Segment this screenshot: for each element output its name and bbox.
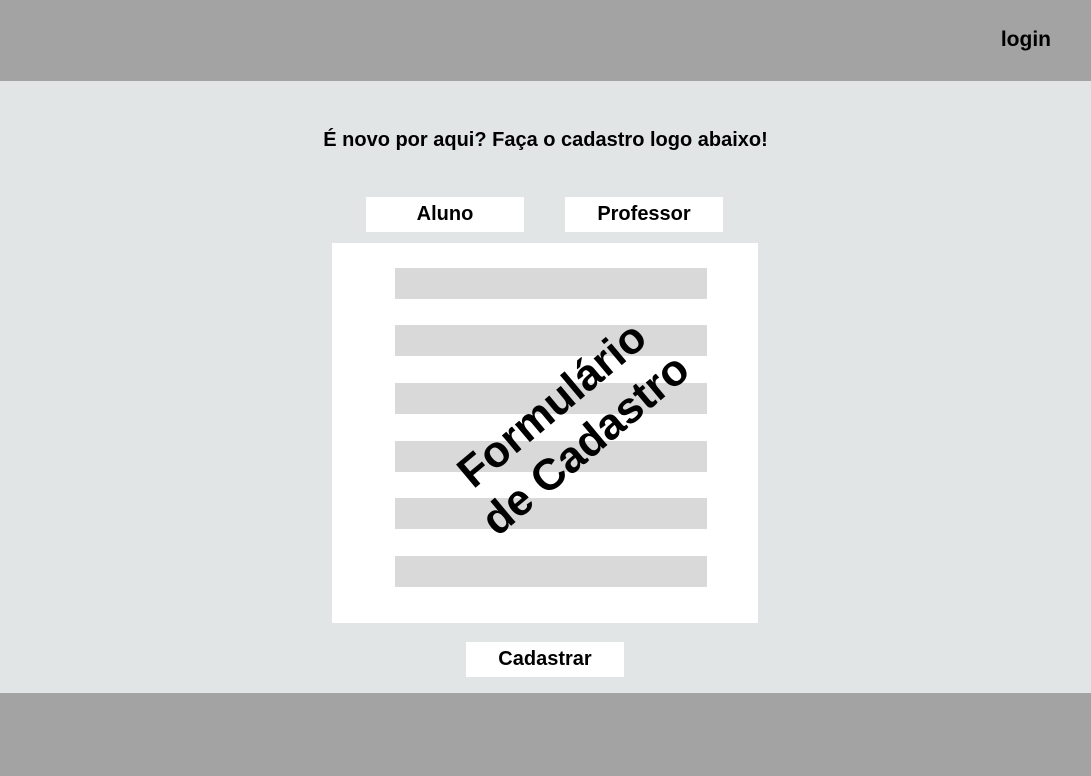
form-field-5[interactable] <box>395 498 707 529</box>
form-field-6[interactable] <box>395 556 707 587</box>
login-link[interactable]: login <box>1001 27 1051 53</box>
form-field-2[interactable] <box>395 325 707 356</box>
tab-aluno[interactable]: Aluno <box>366 197 524 232</box>
form-field-4[interactable] <box>395 441 707 472</box>
form-field-3[interactable] <box>395 383 707 414</box>
register-button[interactable]: Cadastrar <box>466 642 624 677</box>
page-title: É novo por aqui? Faça o cadastro logo ab… <box>323 129 768 151</box>
tab-professor[interactable]: Professor <box>565 197 723 232</box>
top-header: login <box>0 0 1091 81</box>
page-footer <box>0 693 1091 776</box>
registration-form: Formulário de Cadastro <box>332 243 758 623</box>
form-field-1[interactable] <box>395 268 707 299</box>
